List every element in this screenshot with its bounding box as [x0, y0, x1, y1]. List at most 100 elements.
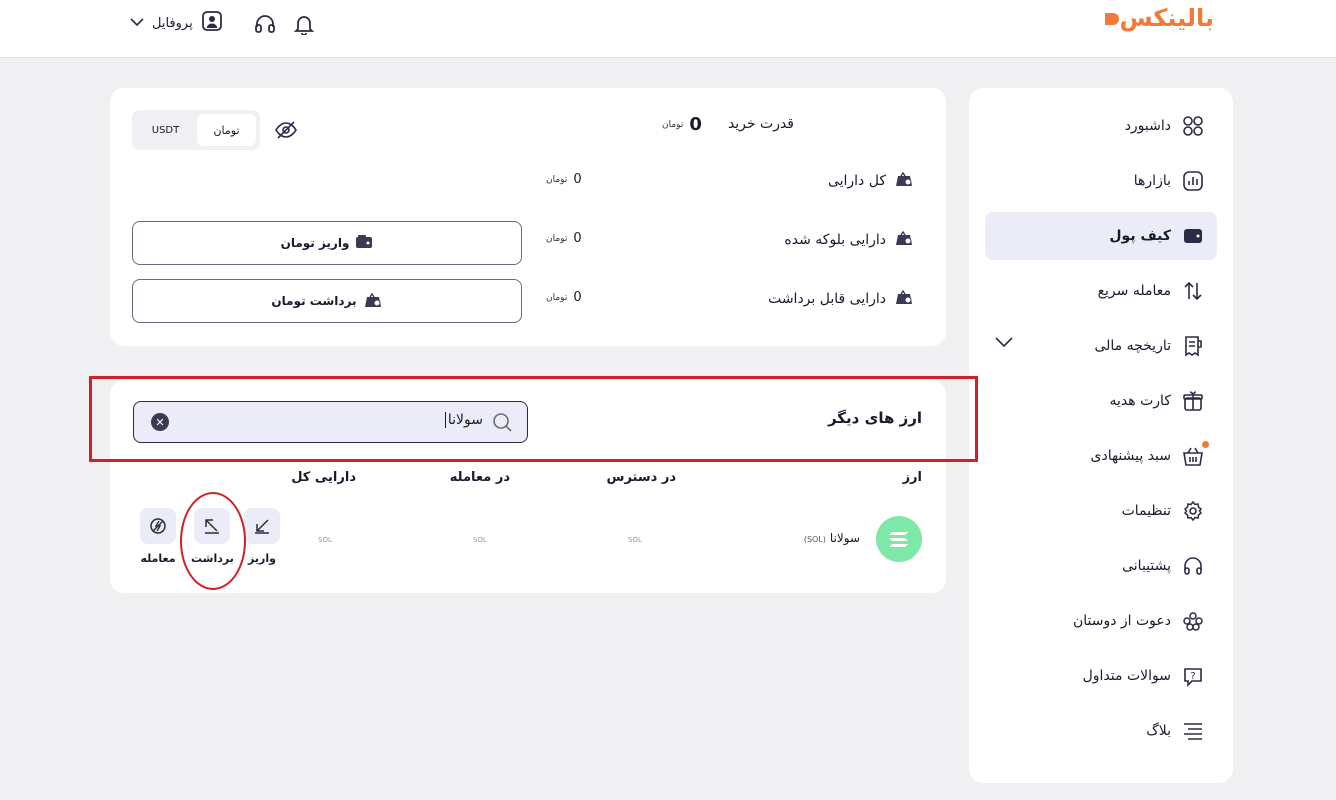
sidebar-item-label: معامله سریع — [1097, 283, 1171, 299]
sidebar-item-financial-history[interactable]: تاریخچه مالی — [985, 322, 1217, 370]
sidebar-item-wallet[interactable]: کیف پول — [985, 212, 1217, 260]
question-icon: ? — [1181, 664, 1205, 688]
trade-action[interactable]: معامله — [140, 508, 176, 565]
trade-circle-icon — [140, 508, 176, 544]
toggle-usdt[interactable]: USDT — [136, 114, 195, 146]
asset-bag-icon — [894, 170, 914, 192]
sidebar-item-markets[interactable]: بازارها — [985, 157, 1217, 205]
sidebar: داشبورد بازارها کیف پول معامله سریع تاری… — [969, 88, 1233, 783]
blocked-asset-row: دارایی بلوکه شده — [784, 229, 914, 251]
arrow-down-left-icon — [244, 508, 280, 544]
sidebar-item-label: بلاگ — [1146, 723, 1171, 739]
col-total: دارایی کل — [291, 470, 356, 485]
sidebar-item-label: سبد پیشنهادی — [1090, 448, 1172, 464]
chevron-down-icon[interactable] — [995, 336, 1013, 352]
sidebar-item-suggested-basket[interactable]: سبد پیشنهادی — [985, 432, 1217, 480]
logo[interactable]: بالینکس — [1101, 4, 1214, 32]
currency-unit: تومان — [546, 174, 568, 185]
basket-icon — [1181, 441, 1209, 468]
solana-logo-icon — [876, 516, 922, 562]
blocked-asset-value: تومان 0 — [546, 231, 582, 246]
total-amount: SOL — [318, 536, 332, 544]
headset-icon — [1181, 554, 1205, 578]
top-bar: بالینکس پروفایل — [0, 0, 1336, 58]
logo-mark-icon — [1105, 13, 1120, 25]
annotation-highlight-box — [89, 376, 978, 462]
withdrawable-asset-row: دارایی قابل برداشت — [768, 288, 914, 310]
annotation-ellipse — [180, 492, 246, 590]
amount: 0 — [573, 231, 582, 246]
bell-icon[interactable] — [292, 12, 316, 36]
user-icon — [201, 10, 223, 36]
withdrawable-asset-label: دارایی قابل برداشت — [768, 291, 886, 307]
currency-unit: تومان — [662, 119, 684, 130]
buying-power-value: تومان 0 — [662, 114, 702, 135]
available-amount: SOL — [628, 536, 642, 544]
swap-icon — [1181, 279, 1205, 303]
coin-symbol: (SOL) — [803, 535, 826, 544]
col-in-trade: در معامله — [449, 470, 510, 485]
deposit-toman-label: واریز تومان — [280, 236, 350, 250]
sidebar-item-support[interactable]: پشتیبانی — [985, 542, 1217, 590]
toggle-toman[interactable]: تومان — [197, 114, 256, 146]
sidebar-item-label: تنظیمات — [1121, 503, 1171, 519]
sidebar-item-invite-friends[interactable]: دعوت از دوستان — [985, 597, 1217, 645]
chart-icon — [1181, 169, 1205, 193]
notification-dot — [1202, 441, 1209, 448]
asset-bag-icon — [894, 288, 914, 310]
withdrawable-asset-value: تومان 0 — [546, 290, 582, 305]
sidebar-item-settings[interactable]: تنظیمات — [985, 487, 1217, 535]
deposit-action[interactable]: واریز — [244, 508, 280, 565]
users-icon — [1181, 609, 1205, 633]
profile-menu[interactable]: پروفایل — [130, 10, 223, 36]
svg-text:?: ? — [1190, 671, 1195, 682]
profile-label: پروفایل — [152, 15, 193, 31]
chevron-down-icon — [130, 16, 144, 31]
amount: 0 — [573, 290, 582, 305]
sidebar-item-faq[interactable]: ? سوالات متداول — [985, 652, 1217, 700]
blocked-asset-label: دارایی بلوکه شده — [784, 232, 886, 248]
wallet-icon — [355, 234, 373, 252]
coin-name-text: سولانا — [829, 531, 860, 545]
sidebar-item-blog[interactable]: بلاگ — [985, 707, 1217, 755]
menu-lines-icon — [1181, 719, 1205, 743]
in-trade-amount: SOL — [473, 536, 487, 544]
asset-bag-icon — [894, 229, 914, 251]
sidebar-item-label: کیف پول — [1109, 228, 1171, 244]
headset-icon[interactable] — [253, 12, 277, 36]
total-asset-value: تومان 0 — [546, 172, 582, 187]
col-currency: ارز — [902, 470, 922, 485]
balance-card: قدرت خرید تومان 0 USDT تومان کل دارایی ت… — [110, 88, 946, 346]
currency-unit: تومان — [546, 292, 568, 303]
grid-icon — [1181, 114, 1205, 138]
buying-power-amount: 0 — [689, 114, 702, 135]
money-bag-icon — [363, 292, 383, 311]
withdraw-toman-button[interactable]: برداشت تومان — [132, 279, 522, 323]
wallet-icon — [1181, 224, 1205, 248]
buying-power-label: قدرت خرید — [727, 116, 794, 132]
trade-label: معامله — [140, 552, 176, 565]
sidebar-item-gift-card[interactable]: کارت هدیه — [985, 377, 1217, 425]
logo-text: بالینکس — [1119, 4, 1214, 32]
sidebar-item-label: داشبورد — [1124, 118, 1171, 134]
amount: 0 — [573, 172, 582, 187]
total-asset-label: کل دارایی — [827, 173, 886, 189]
coin-name: سولانا (SOL) — [804, 531, 860, 545]
sidebar-item-label: سوالات متداول — [1082, 668, 1171, 684]
gift-icon — [1181, 389, 1205, 413]
sidebar-item-label: دعوت از دوستان — [1072, 613, 1171, 629]
sidebar-item-quick-trade[interactable]: معامله سریع — [985, 267, 1217, 315]
deposit-toman-button[interactable]: واریز تومان — [132, 221, 522, 265]
sidebar-item-label: پشتیبانی — [1122, 558, 1171, 574]
currency-unit: تومان — [546, 233, 568, 244]
deposit-label: واریز — [248, 552, 276, 565]
sidebar-item-label: کارت هدیه — [1109, 393, 1171, 409]
col-available: در دسترس — [606, 470, 676, 485]
withdraw-toman-label: برداشت تومان — [271, 294, 357, 308]
total-asset-row: کل دارایی — [828, 170, 914, 192]
sidebar-item-label: بازارها — [1133, 173, 1171, 189]
currency-toggle: USDT تومان — [132, 110, 260, 150]
eye-off-icon[interactable] — [274, 120, 298, 144]
sidebar-item-dashboard[interactable]: داشبورد — [985, 102, 1217, 150]
gear-icon — [1181, 499, 1205, 523]
